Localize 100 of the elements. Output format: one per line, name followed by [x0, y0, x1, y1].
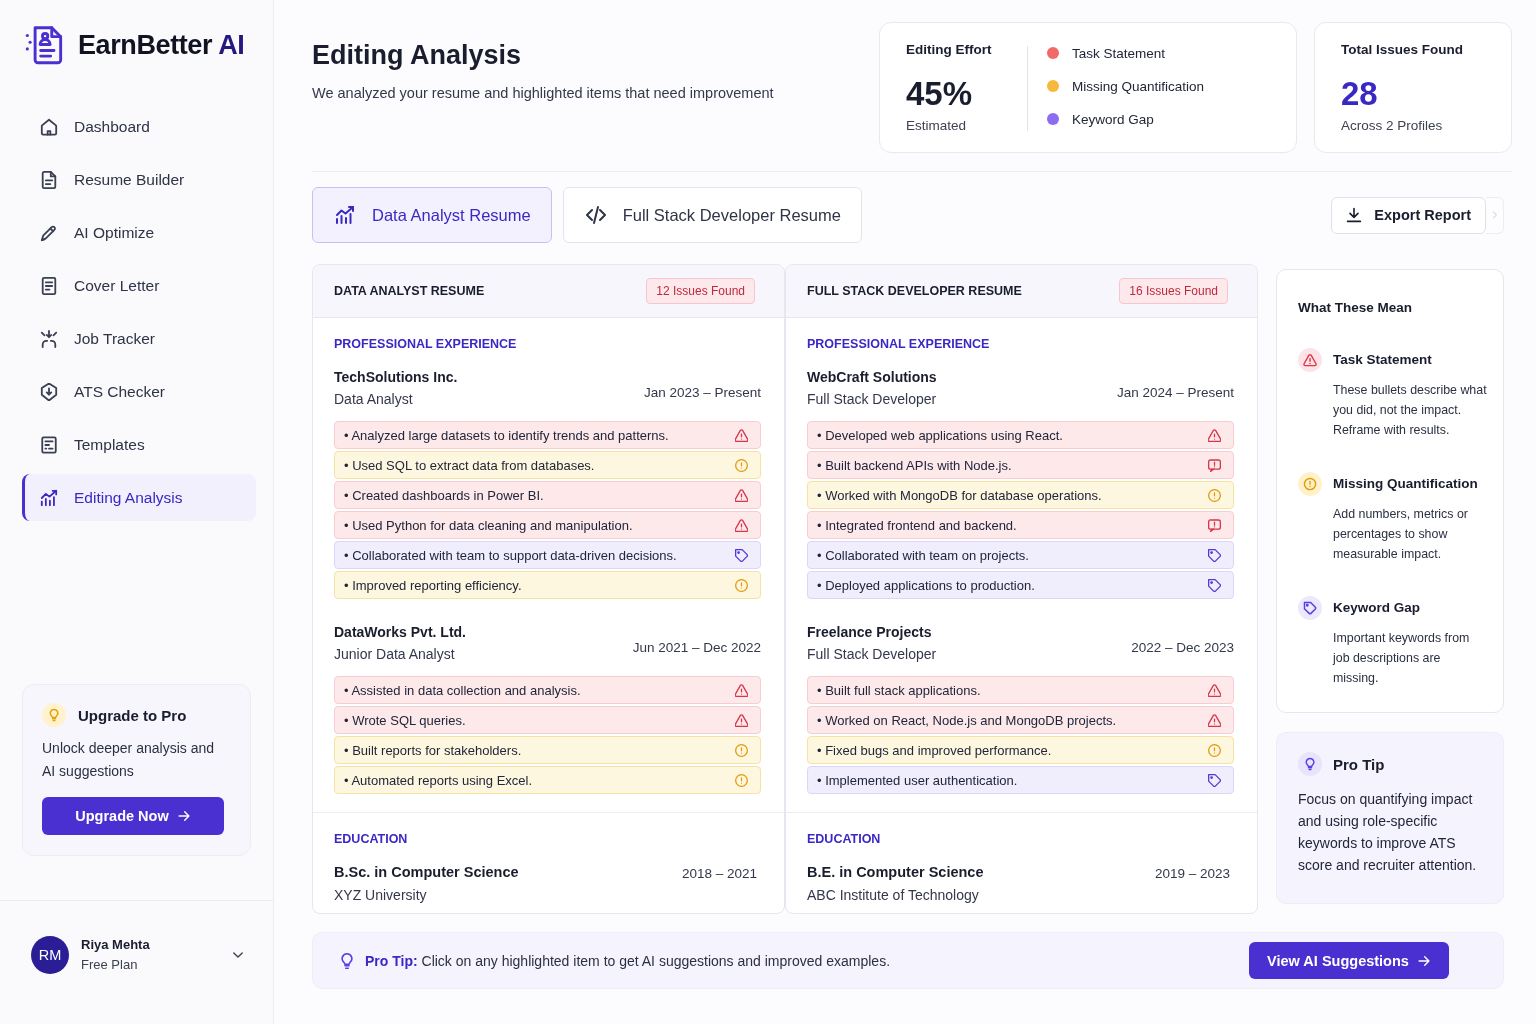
school-name: XYZ University — [334, 886, 428, 904]
issue-type-title: Task Statement — [1333, 351, 1433, 369]
section-heading: PROFESSIONAL EXPERIENCE — [807, 336, 991, 352]
alert-circle-icon — [1298, 472, 1322, 496]
upgrade-text: Unlock deeper analysis and AI suggestions — [42, 739, 215, 781]
alert-circle-icon — [735, 578, 748, 592]
education-dates: 2019 – 2023 — [1154, 866, 1230, 881]
nav-item[interactable]: AI Optimize — [22, 209, 256, 256]
resume-bullet[interactable]: • Analyzed large datasets to identify trends and patterns. — [334, 421, 761, 449]
job-dates: Jan 2024 – Present — [1116, 384, 1234, 400]
arrow-right-icon — [1416, 953, 1431, 968]
resume-tab[interactable]: Full Stack Developer Resume — [562, 187, 862, 243]
resume-bullet[interactable]: • Wrote SQL queries. — [334, 706, 761, 734]
section-heading: EDUCATION — [807, 831, 882, 847]
nav-item[interactable]: Job Tracker — [22, 315, 256, 362]
job-dates: Jun 2021 – Dec 2022 — [632, 639, 761, 655]
resume-tab[interactable]: Data Analyst Resume — [312, 187, 552, 243]
resume-bullet[interactable]: • Improved reporting efficiency. — [334, 571, 761, 599]
document-logo-icon — [24, 25, 64, 65]
template-icon — [40, 435, 58, 454]
brand-name: EarnBetter AI — [78, 29, 245, 61]
degree-name: B.Sc. in Computer Science — [334, 863, 519, 881]
panel-title: What These Mean — [1298, 300, 1414, 316]
issue-type-description: Add numbers, metrics or percentages to show measurable impact. — [1333, 506, 1469, 563]
lightbulb-icon — [1298, 752, 1322, 776]
resume-bullet[interactable]: • Collaborated with team on projects. — [807, 541, 1234, 569]
message-alert-icon — [1208, 458, 1221, 472]
warning-icon — [1208, 713, 1221, 727]
view-suggestions-button[interactable]: View AI Suggestions — [1249, 942, 1449, 979]
resume-bullet[interactable]: • Used Python for data cleaning and manipulation. — [334, 511, 761, 539]
resume-bullet[interactable]: • Built backend APIs with Node.js. — [807, 451, 1234, 479]
tag-icon — [1298, 596, 1322, 620]
job-role: Full Stack Developer — [807, 645, 937, 663]
tag-icon — [735, 548, 748, 562]
resume-bullet[interactable]: • Created dashboards in Power BI. — [334, 481, 761, 509]
resume-bullet[interactable]: • Assisted in data collection and analysis. — [334, 676, 761, 704]
issue-type-description: Important keywords from job descriptions are missing. — [1333, 630, 1471, 687]
job-dates: 2022 – Dec 2023 — [1131, 639, 1234, 655]
resume-bullet[interactable]: • Built full stack applications. — [807, 676, 1234, 704]
resume-bullet[interactable]: • Developed web applications using React. — [807, 421, 1234, 449]
resume-bullet[interactable]: • Collaborated with team to support data-driven decisions. — [334, 541, 761, 569]
resume-bullet[interactable]: • Fixed bugs and improved performance. — [807, 736, 1234, 764]
issue-type-title: Missing Quantification — [1333, 475, 1479, 493]
resume-bullet[interactable]: • Built reports for stakeholders. — [334, 736, 761, 764]
resume-title: DATA ANALYST RESUME — [334, 284, 485, 298]
pro-tip-text: Focus on quantifying impact and using role-specific keywords to improve ATS score and recruiter attention. — [1298, 790, 1478, 875]
resume-bullet[interactable]: • Automated reports using Excel. — [334, 766, 761, 794]
pro-tip-title: Pro Tip — [1333, 755, 1385, 773]
alert-circle-icon — [735, 773, 748, 787]
arrow-right-icon — [176, 809, 191, 823]
chart-icon — [335, 205, 355, 225]
warning-icon — [735, 428, 748, 442]
upgrade-button[interactable]: Upgrade Now — [42, 797, 224, 835]
lightbulb-icon — [42, 703, 66, 727]
warning-icon — [735, 713, 748, 727]
resume-bullet[interactable]: • Deployed applications to production. — [807, 571, 1234, 599]
resume-bullet[interactable]: • Integrated frontend and backend. — [807, 511, 1234, 539]
warning-icon — [1208, 428, 1221, 442]
nav-item[interactable]: Dashboard — [22, 103, 256, 150]
legend-label: Keyword Gap — [1072, 111, 1154, 127]
page-subtitle: We analyzed your resume and highlighted items that need improvement — [312, 84, 775, 103]
nav-item[interactable]: Resume Builder — [22, 156, 256, 203]
resume-bullet[interactable]: • Implemented user authentication. — [807, 766, 1234, 794]
issues-badge: 12 Issues Found — [646, 278, 755, 304]
upgrade-title: Upgrade to Pro — [78, 706, 187, 724]
code-icon — [585, 205, 606, 225]
legend-label: Missing Quantification — [1072, 78, 1205, 94]
issue-type-description: These bullets describe what you did, not the impact. Reframe with results. — [1333, 382, 1488, 439]
degree-name: B.E. in Computer Science — [807, 863, 984, 881]
company-name: WebCraft Solutions — [807, 368, 937, 386]
section-heading: PROFESSIONAL EXPERIENCE — [334, 336, 518, 352]
document-lines-icon — [40, 276, 58, 295]
tag-icon — [1208, 578, 1221, 592]
total-label: Total Issues Found — [1341, 42, 1464, 58]
job-dates: Jan 2023 – Present — [643, 384, 761, 400]
issues-badge: 16 Issues Found — [1119, 278, 1228, 304]
tag-icon — [1208, 548, 1221, 562]
nav-item[interactable]: Editing Analysis — [22, 474, 256, 521]
resume-bullet[interactable]: • Worked on React, Node.js and MongoDB projects. — [807, 706, 1234, 734]
job-role: Data Analyst — [334, 390, 414, 408]
warning-icon — [1298, 348, 1322, 372]
alert-circle-icon — [1208, 488, 1221, 502]
resume-bullet[interactable]: • Worked with MongoDB for database operations. — [807, 481, 1234, 509]
download-icon — [1346, 207, 1363, 223]
pen-icon — [40, 223, 58, 242]
nav-item[interactable]: Templates — [22, 421, 256, 468]
warning-icon — [735, 518, 748, 532]
lightbulb-icon — [339, 952, 355, 969]
document-icon — [40, 170, 58, 189]
resume-bullet[interactable]: • Used SQL to extract data from databases. — [334, 451, 761, 479]
nav-item[interactable]: Cover Letter — [22, 262, 256, 309]
nav-item[interactable]: ATS Checker — [22, 368, 256, 415]
education-dates: 2018 – 2021 — [681, 866, 757, 881]
alert-circle-icon — [735, 743, 748, 757]
job-role: Junior Data Analyst — [334, 645, 456, 663]
shield-arrow-icon — [40, 382, 58, 401]
effort-label: Editing Effort — [906, 42, 993, 58]
export-button[interactable]: Export Report — [1331, 196, 1486, 234]
company-name: TechSolutions Inc. — [334, 368, 458, 386]
chart-icon — [40, 488, 58, 507]
